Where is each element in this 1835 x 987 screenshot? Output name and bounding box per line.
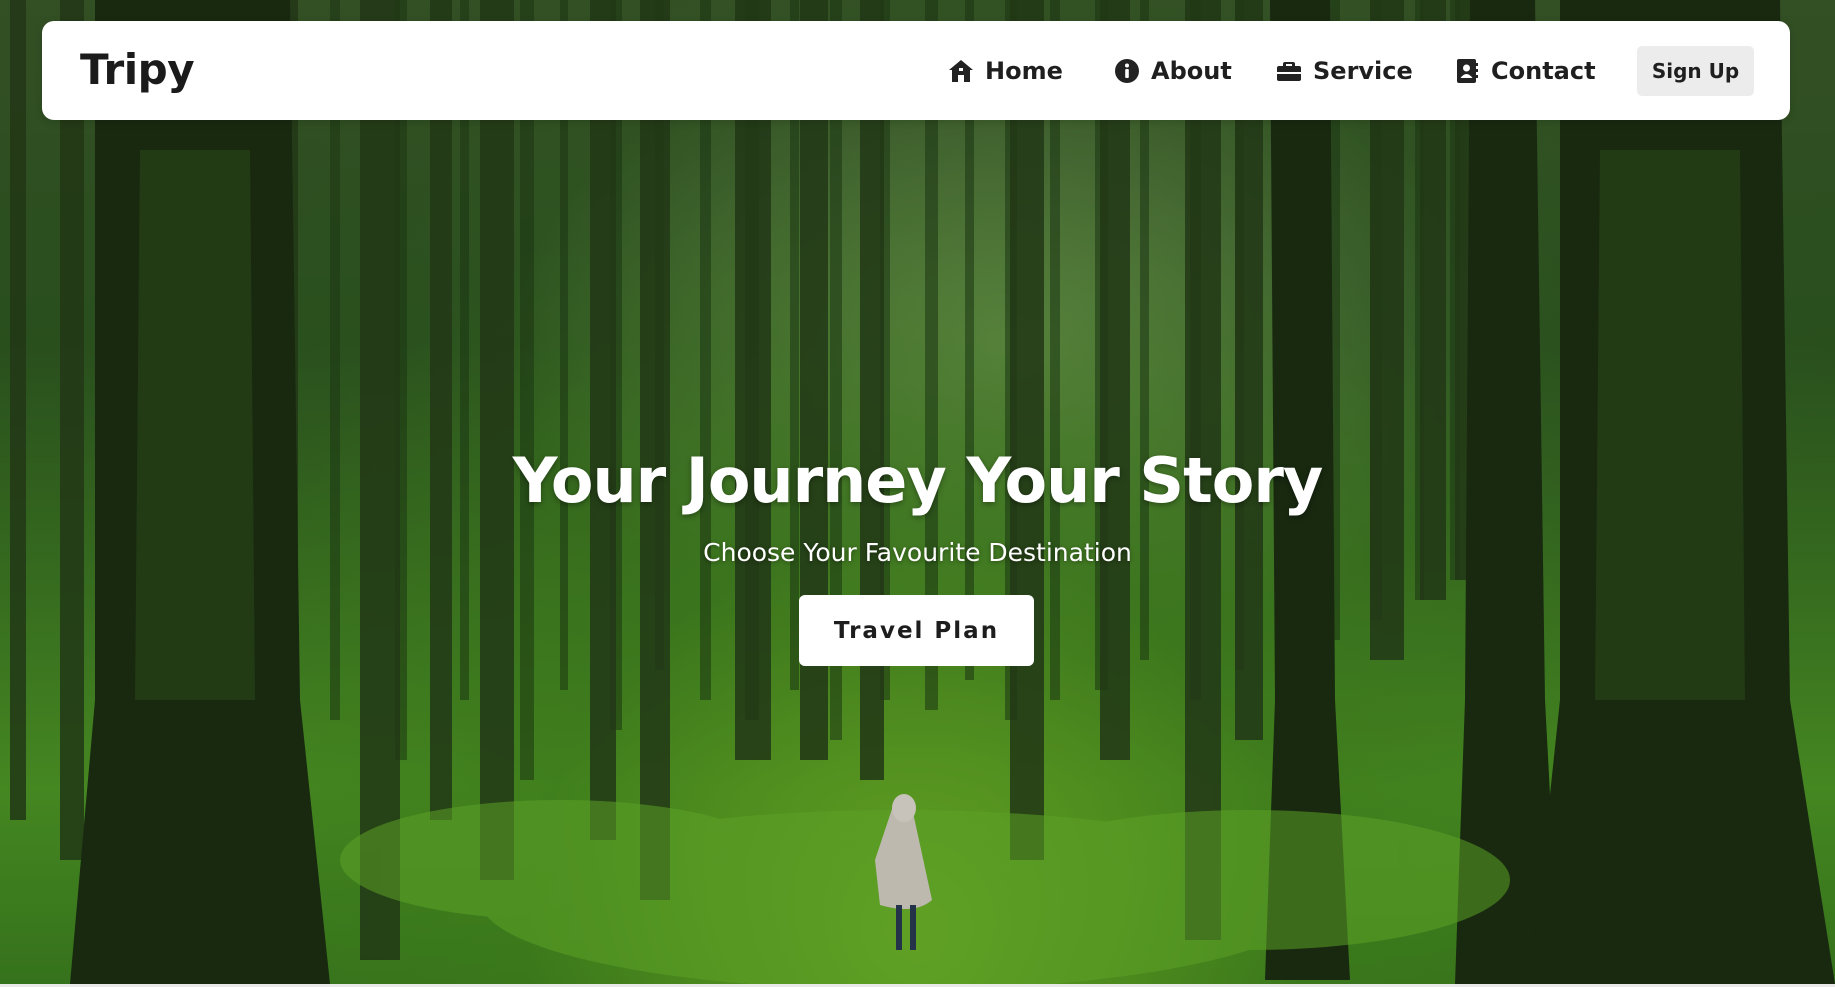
contact-card-icon xyxy=(1454,58,1480,84)
nav-item-home[interactable]: Home xyxy=(948,21,1063,120)
briefcase-icon xyxy=(1276,58,1302,84)
hero-headline: Your Journey Your Story xyxy=(512,444,1324,517)
top-navbar: Tripy Home About Service Contact Sign Up xyxy=(42,21,1790,120)
info-icon xyxy=(1114,58,1140,84)
sign-up-button[interactable]: Sign Up xyxy=(1637,46,1754,96)
home-icon xyxy=(948,58,974,84)
travel-plan-button[interactable]: Travel Plan xyxy=(799,595,1034,666)
nav-item-service[interactable]: Service xyxy=(1276,21,1413,120)
hero-subheadline: Choose Your Favourite Destination xyxy=(703,538,1132,567)
nav-label-service: Service xyxy=(1313,56,1413,85)
hero-section: Your Journey Your Story Choose Your Favo… xyxy=(0,0,1835,984)
brand-logo[interactable]: Tripy xyxy=(80,45,195,94)
nav-item-contact[interactable]: Contact xyxy=(1454,21,1596,120)
nav-label-home: Home xyxy=(985,56,1063,85)
nav-label-about: About xyxy=(1151,56,1232,85)
nav-item-about[interactable]: About xyxy=(1114,21,1232,120)
nav-label-contact: Contact xyxy=(1491,56,1596,85)
